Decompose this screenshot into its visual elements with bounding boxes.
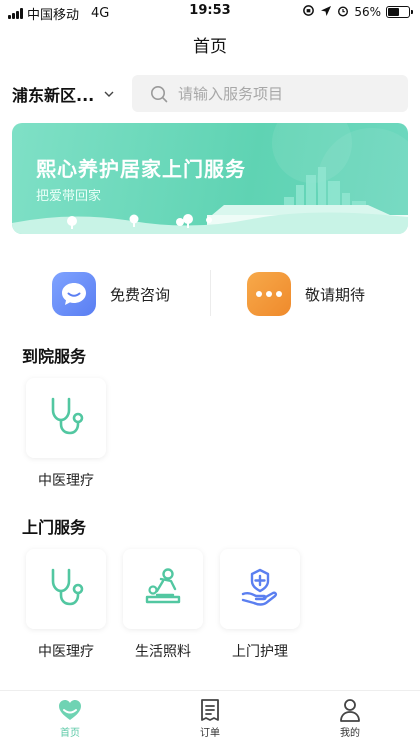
tab-orders[interactable]: 订单 bbox=[180, 697, 240, 739]
tab-home-label: 首页 bbox=[60, 728, 80, 739]
alarm-icon bbox=[337, 5, 349, 20]
section-title-hospital: 到院服务 bbox=[22, 347, 87, 366]
chevron-down-icon bbox=[104, 89, 114, 100]
heart-home-icon bbox=[40, 697, 100, 723]
section-title-home: 上门服务 bbox=[22, 518, 87, 537]
tab-bar: 首页 订单 我的 bbox=[0, 690, 420, 746]
free-consult-button[interactable]: 免费咨询 bbox=[52, 268, 170, 320]
tab-profile[interactable]: 我的 bbox=[320, 697, 380, 739]
banner-subtitle: 把爱带回家 bbox=[36, 189, 102, 204]
tab-orders-label: 订单 bbox=[200, 728, 220, 739]
promo-banner[interactable]: 熙心养护居家上门服务 把爱带回家 bbox=[12, 123, 408, 234]
service-card bbox=[123, 549, 203, 629]
location-arrow-icon bbox=[320, 5, 332, 20]
service-label: 上门护理 bbox=[232, 644, 288, 660]
profile-icon bbox=[320, 697, 380, 723]
search-box[interactable] bbox=[132, 75, 408, 112]
service-home-tcm[interactable]: 中医理疗 bbox=[26, 549, 106, 661]
page-title: 首页 bbox=[193, 37, 227, 57]
free-consult-label: 免费咨询 bbox=[110, 285, 171, 304]
location-selector[interactable]: 浦东新区... bbox=[12, 82, 114, 106]
chat-icon bbox=[52, 272, 96, 316]
service-card bbox=[26, 378, 106, 458]
stethoscope-icon bbox=[44, 565, 88, 613]
service-card bbox=[220, 549, 300, 629]
orientation-lock-icon bbox=[302, 4, 315, 20]
battery-icon bbox=[386, 6, 413, 18]
service-card bbox=[26, 549, 106, 629]
service-home-daily-care[interactable]: 生活照料 bbox=[123, 549, 203, 661]
service-label: 中医理疗 bbox=[38, 644, 94, 660]
quick-divider bbox=[210, 270, 211, 316]
massage-care-icon bbox=[141, 565, 185, 613]
more-dots-icon bbox=[247, 272, 291, 316]
tab-profile-label: 我的 bbox=[340, 728, 360, 739]
stethoscope-icon bbox=[44, 394, 88, 442]
service-hospital-tcm[interactable]: 中医理疗 bbox=[26, 378, 106, 490]
service-label: 中医理疗 bbox=[38, 473, 94, 489]
status-right: 56% bbox=[302, 4, 413, 20]
search-icon bbox=[150, 85, 168, 103]
location-label: 浦东新区... bbox=[12, 86, 95, 105]
search-input[interactable] bbox=[178, 84, 388, 103]
banner-title: 熙心养护居家上门服务 bbox=[36, 157, 246, 181]
order-list-icon bbox=[180, 697, 240, 723]
battery-percent: 56% bbox=[354, 5, 381, 19]
coming-soon-button[interactable]: 敬请期待 bbox=[247, 268, 365, 320]
hand-care-icon bbox=[238, 565, 282, 613]
tab-home[interactable]: 首页 bbox=[40, 697, 100, 739]
service-home-nursing[interactable]: 上门护理 bbox=[220, 549, 300, 661]
service-label: 生活照料 bbox=[135, 644, 191, 660]
status-bar: 中国移动 4G 19:53 56% bbox=[0, 0, 420, 24]
coming-soon-label: 敬请期待 bbox=[305, 285, 366, 304]
